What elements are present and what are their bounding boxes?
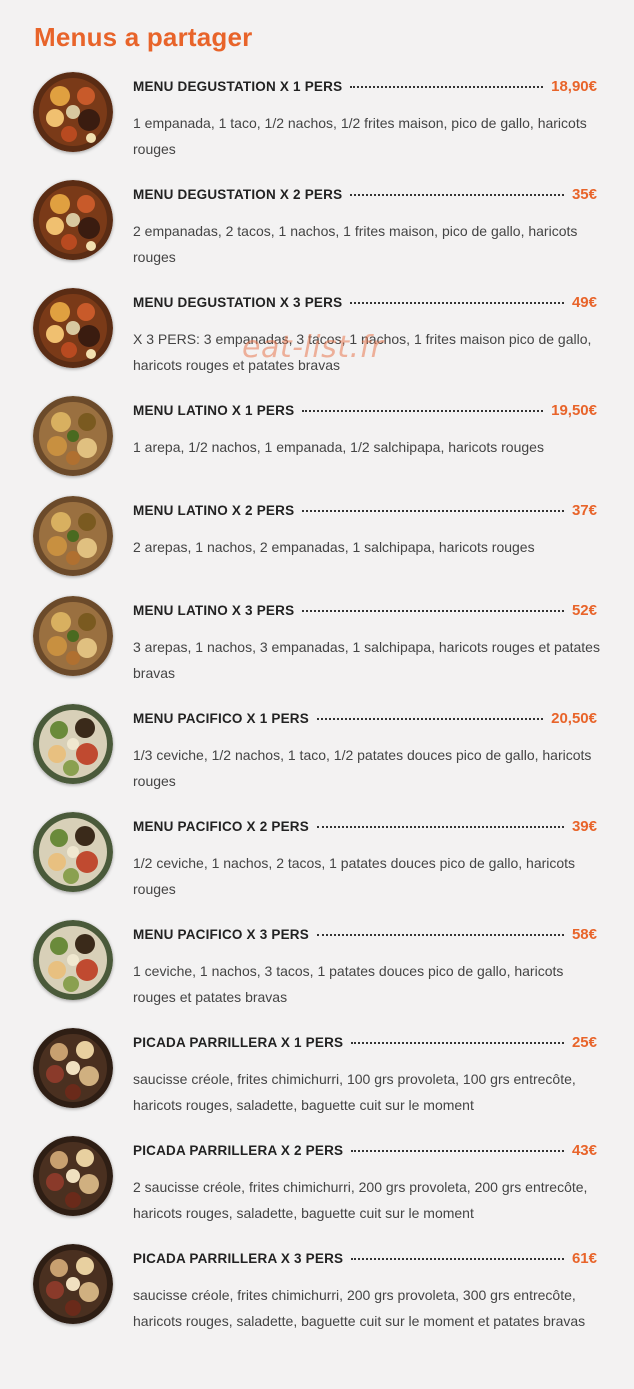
menu-item-photo [33,288,113,368]
menu-item-description: 1 arepa, 1/2 nachos, 1 empanada, 1/2 sal… [133,439,544,455]
menu-item-photo [33,1136,113,1216]
menu-item-photo [33,496,113,576]
dotted-leader [350,302,564,304]
page-title: Menus a partager [34,22,253,52]
menu-item-description: X 3 PERS: 3 empanadas, 3 tacos, 1 nachos… [133,331,592,373]
latino-platter-image [33,596,113,676]
dotted-leader [350,194,564,196]
menu-item-description: 2 saucisse créole, frites chimichurri, 2… [133,1179,588,1221]
menu-item-photo [33,1028,113,1108]
menu-item-name: MENU DEGUSTATION X 1 PERS [133,78,343,94]
menu-item-price: 39€ [571,817,597,835]
latino-platter-image [33,496,113,576]
menu-item-price: 20,50€ [551,709,597,727]
menu-item-price: 43€ [571,1141,597,1159]
menu-item-name: MENU LATINO X 1 PERS [133,402,295,418]
parrillera-platter-image [33,1028,113,1108]
menu-item-photo [33,72,113,152]
menu-item-description: 3 arepas, 1 nachos, 3 empanadas, 1 salch… [133,639,600,681]
pacifico-platter-image [33,704,113,784]
menu-item-photo [33,920,113,1000]
dotted-leader [351,1042,564,1044]
parrillera-platter-image [33,1136,113,1216]
degustation-platter-image [33,72,113,152]
dotted-leader [302,610,564,612]
menu-item-name: MENU DEGUSTATION X 3 PERS [133,294,343,310]
menu-item-name: MENU LATINO X 3 PERS [133,602,295,618]
menu-item-description: 1 ceviche, 1 nachos, 3 tacos, 1 patates … [133,963,564,1005]
dotted-leader [351,1150,564,1152]
menu-item-photo [33,812,113,892]
dotted-leader [316,934,564,936]
menu-item-description: 1/3 ceviche, 1/2 nachos, 1 taco, 1/2 pat… [133,747,592,789]
parrillera-platter-image [33,1244,113,1324]
latino-platter-image [33,396,113,476]
menu-item-name: PICADA PARRILLERA X 2 PERS [133,1142,344,1158]
degustation-platter-image [33,288,113,368]
menu-item-photo [33,180,113,260]
dotted-leader [302,510,564,512]
dotted-leader [316,826,564,828]
menu-item-price: 25€ [571,1033,597,1051]
degustation-platter-image [33,180,113,260]
menu-item-name: MENU PACIFICO X 2 PERS [133,818,309,834]
menu-item-description: 2 empanadas, 2 tacos, 1 nachos, 1 frites… [133,223,578,265]
dotted-leader [351,1258,564,1260]
menu-item-name: MENU PACIFICO X 1 PERS [133,710,309,726]
menu-item-description: 1 empanada, 1 taco, 1/2 nachos, 1/2 frit… [133,115,587,157]
menu-item-photo [33,704,113,784]
menu-item-name: MENU PACIFICO X 3 PERS [133,926,309,942]
menu-item-description: 1/2 ceviche, 1 nachos, 2 tacos, 1 patate… [133,855,576,897]
pacifico-platter-image [33,812,113,892]
dotted-leader [316,718,544,720]
menu-item-name: PICADA PARRILLERA X 3 PERS [133,1250,344,1266]
menu-item-price: 61€ [571,1249,597,1267]
menu-item-price: 18,90€ [551,77,597,95]
menu-item-description: 2 arepas, 1 nachos, 2 empanadas, 1 salch… [133,539,535,555]
menu-item-price: 35€ [571,185,597,203]
menu-item-name: MENU DEGUSTATION X 2 PERS [133,186,343,202]
pacifico-platter-image [33,920,113,1000]
menu-item-description: saucisse créole, frites chimichurri, 200… [133,1287,586,1329]
menu-item-price: 58€ [571,925,597,943]
menu-item-price: 19,50€ [551,401,597,419]
menu-item-description: saucisse créole, frites chimichurri, 100… [133,1071,576,1113]
menu-item-price: 52€ [571,601,597,619]
menu-item-photo [33,596,113,676]
dotted-leader [350,86,544,88]
menu-item-name: MENU LATINO X 2 PERS [133,502,295,518]
dotted-leader [302,410,544,412]
menu-item-photo [33,1244,113,1324]
menu-item-price: 49€ [571,293,597,311]
menu-item-price: 37€ [571,501,597,519]
menu-item-name: PICADA PARRILLERA X 1 PERS [133,1034,344,1050]
menu-item-photo [33,396,113,476]
